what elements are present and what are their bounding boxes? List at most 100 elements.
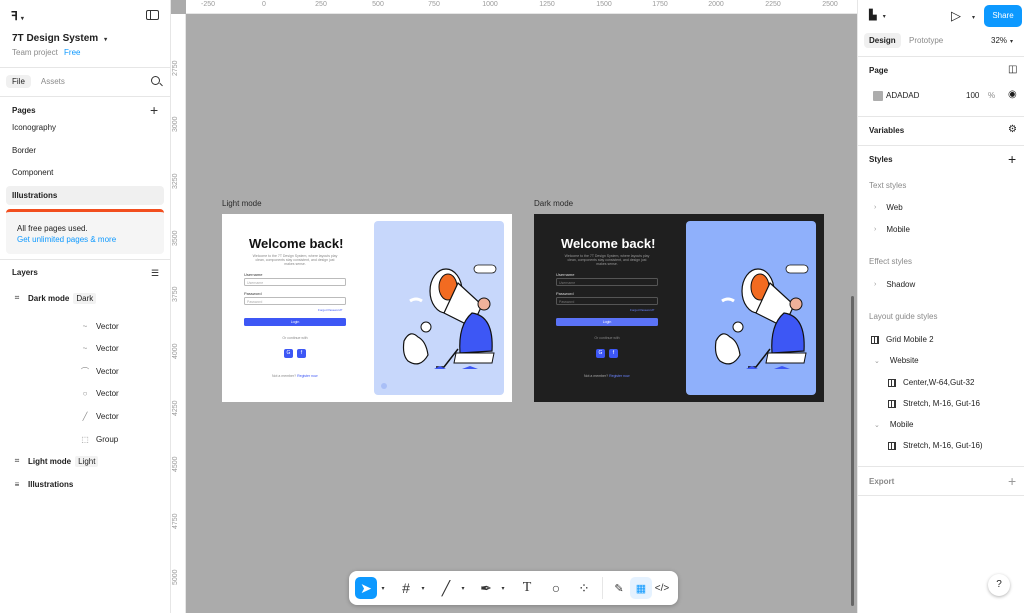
design-canvas[interactable]: Light mode Welcome back! Welcome to the … [171,0,857,613]
page-item[interactable]: Iconography [12,123,56,132]
pages-limit-notice: All free pages used. Get unlimited pages… [6,209,164,254]
text-tool-icon[interactable]: T [516,577,538,599]
effect-style-shadow[interactable]: › Shadow [874,280,915,289]
line-tool-icon[interactable]: ╱ [435,577,457,599]
plan-badge[interactable]: Free [64,48,80,57]
pen-tool-icon[interactable]: ✒ [475,577,497,599]
welcome-subtitle: Welcome to the 7T Design System, where l… [564,254,650,266]
frame-tool-icon[interactable]: # [395,577,417,599]
layer-vector[interactable]: ╱ Vector [0,405,170,427]
grid-group-mobile[interactable]: ⌄ Mobile [874,420,913,429]
username-label: Username [556,272,575,277]
login-button[interactable]: Login [244,318,346,326]
search-icon[interactable] [151,76,163,87]
forgot-link[interactable]: Forgot Password? [630,308,654,312]
design-mode-icon[interactable]: ▦ [630,577,652,599]
username-input[interactable]: Username [244,278,346,286]
layer-group[interactable]: ⬚ Group [0,428,170,450]
ellipse-icon: ○ [82,388,88,398]
text-style-mobile[interactable]: › Mobile [874,225,910,234]
play-icon[interactable]: ▷ [951,8,961,24]
grid-style-item[interactable]: Grid Mobile 2 [871,335,934,344]
zoom-level[interactable]: 32% ▾ [991,36,1013,45]
dark-mode-frame[interactable]: Welcome back! Welcome to the 7T Design S… [534,214,824,402]
styles-icon[interactable]: ◫ [1008,64,1017,75]
project-title[interactable]: 7T Design System ▾ [12,33,107,44]
upgrade-link[interactable]: Get unlimited pages & more [17,235,116,244]
page-item[interactable]: Border [12,146,36,155]
variables-header[interactable]: Variables [869,126,904,135]
illustration-panel [686,221,816,395]
layer-vector[interactable]: ⌒ Vector [0,360,170,382]
eye-icon[interactable]: ◉ [1008,89,1017,100]
facebook-button[interactable]: f [297,349,306,358]
username-input[interactable]: Username [556,278,658,286]
page-item-selected[interactable]: Illustrations [6,186,164,205]
export-header[interactable]: Export [869,477,894,486]
multiplayer-icon[interactable]: ▙ ▾ [869,10,886,21]
figma-menu-icon[interactable]: ꟻ ▾ [11,9,24,23]
ruler-top: -250 0 250 500 750 1000 1250 1500 1750 2… [186,0,857,14]
google-button[interactable]: G [596,349,605,358]
frame-label-dark[interactable]: Dark mode [534,199,573,208]
tab-assets[interactable]: Assets [35,75,71,88]
styles-header: Styles [869,155,893,164]
project-team: Team project Free [12,48,81,57]
text-style-web[interactable]: › Web [874,203,903,212]
dev-mode-icon[interactable]: </> [651,577,673,599]
comment-tool-icon[interactable]: ○ [545,577,567,599]
plus-icon[interactable]: + [1008,151,1016,167]
tab-file[interactable]: File [6,75,31,88]
login-button[interactable]: Login [556,318,658,326]
page-item[interactable]: Component [12,168,53,177]
plus-icon[interactable]: + [1008,473,1016,489]
grid-style-item[interactable]: Stretch, M-16, Gut-16 [888,399,980,408]
light-mode-frame[interactable]: Welcome back! Welcome to the 7T Design S… [222,214,512,402]
layer-vector[interactable]: ~ Vector [0,337,170,359]
layout-grid-icon [888,399,896,408]
share-button[interactable]: Share [984,5,1022,27]
password-input[interactable]: Password [556,297,658,305]
draw-mode-icon[interactable]: ✎ [608,577,630,599]
canvas-scrollbar[interactable] [851,296,854,606]
welcome-title: Welcome back! [249,236,344,251]
page-color-swatch[interactable] [873,91,883,101]
grid-group-website[interactable]: ⌄ Website [874,356,919,365]
plus-icon[interactable]: + [150,102,158,118]
grid-style-item[interactable]: Center,W-64,Gut-32 [888,378,974,387]
components-icon[interactable]: ⁘ [573,577,595,599]
layer-vector[interactable]: ~ Vector [0,315,170,337]
line-icon: ╱ [82,411,88,421]
layers-header: Layers [12,268,38,277]
help-button[interactable]: ? [988,574,1010,596]
sidebar-toggle-icon[interactable] [146,10,159,20]
layer-illustrations[interactable]: ≡ Illustrations [0,473,170,495]
password-label: Password [556,291,574,296]
forgot-link[interactable]: Forgot Password? [318,308,342,312]
layer-vector[interactable]: ○ Vector [0,382,170,404]
frame-icon: ⌗ [14,293,20,302]
password-input[interactable]: Password [244,297,346,305]
page-color-hex[interactable]: ADADAD [886,91,919,100]
google-button[interactable]: G [284,349,293,358]
page-header: Page [869,66,889,75]
grid-style-item[interactable]: Stretch, M-16, Gut-16) [888,441,983,450]
left-sidebar: ꟻ ▾ 7T Design System ▾ Team project Free F… [0,0,171,613]
layout-grid-icon [888,378,896,387]
present-caret[interactable]: ▾ [972,12,975,21]
right-sidebar: ▙ ▾ ▷ ▾ Share Design Prototype 32% ▾ Page … [857,0,1024,613]
variables-icon[interactable]: ⚙ [1008,124,1017,135]
welcome-subtitle: Welcome to the 7T Design System, where l… [252,254,338,266]
layer-dark-mode[interactable]: ⌗ Dark mode Dark [0,287,170,309]
vector-icon: ⌒ [81,366,89,376]
tab-design[interactable]: Design [864,33,901,48]
layer-light-mode[interactable]: ⌗ Light mode Light [0,450,170,472]
or-continue: Or continue with [594,336,620,340]
tab-prototype[interactable]: Prototype [909,36,943,45]
frame-label-light[interactable]: Light mode [222,199,262,208]
facebook-button[interactable]: f [609,349,618,358]
page-opacity[interactable]: 100 [966,91,979,100]
frame-icon: ⌗ [14,456,20,465]
move-tool-icon[interactable]: ➤ [355,577,377,599]
layers-list-icon[interactable]: ☰ [151,268,159,279]
